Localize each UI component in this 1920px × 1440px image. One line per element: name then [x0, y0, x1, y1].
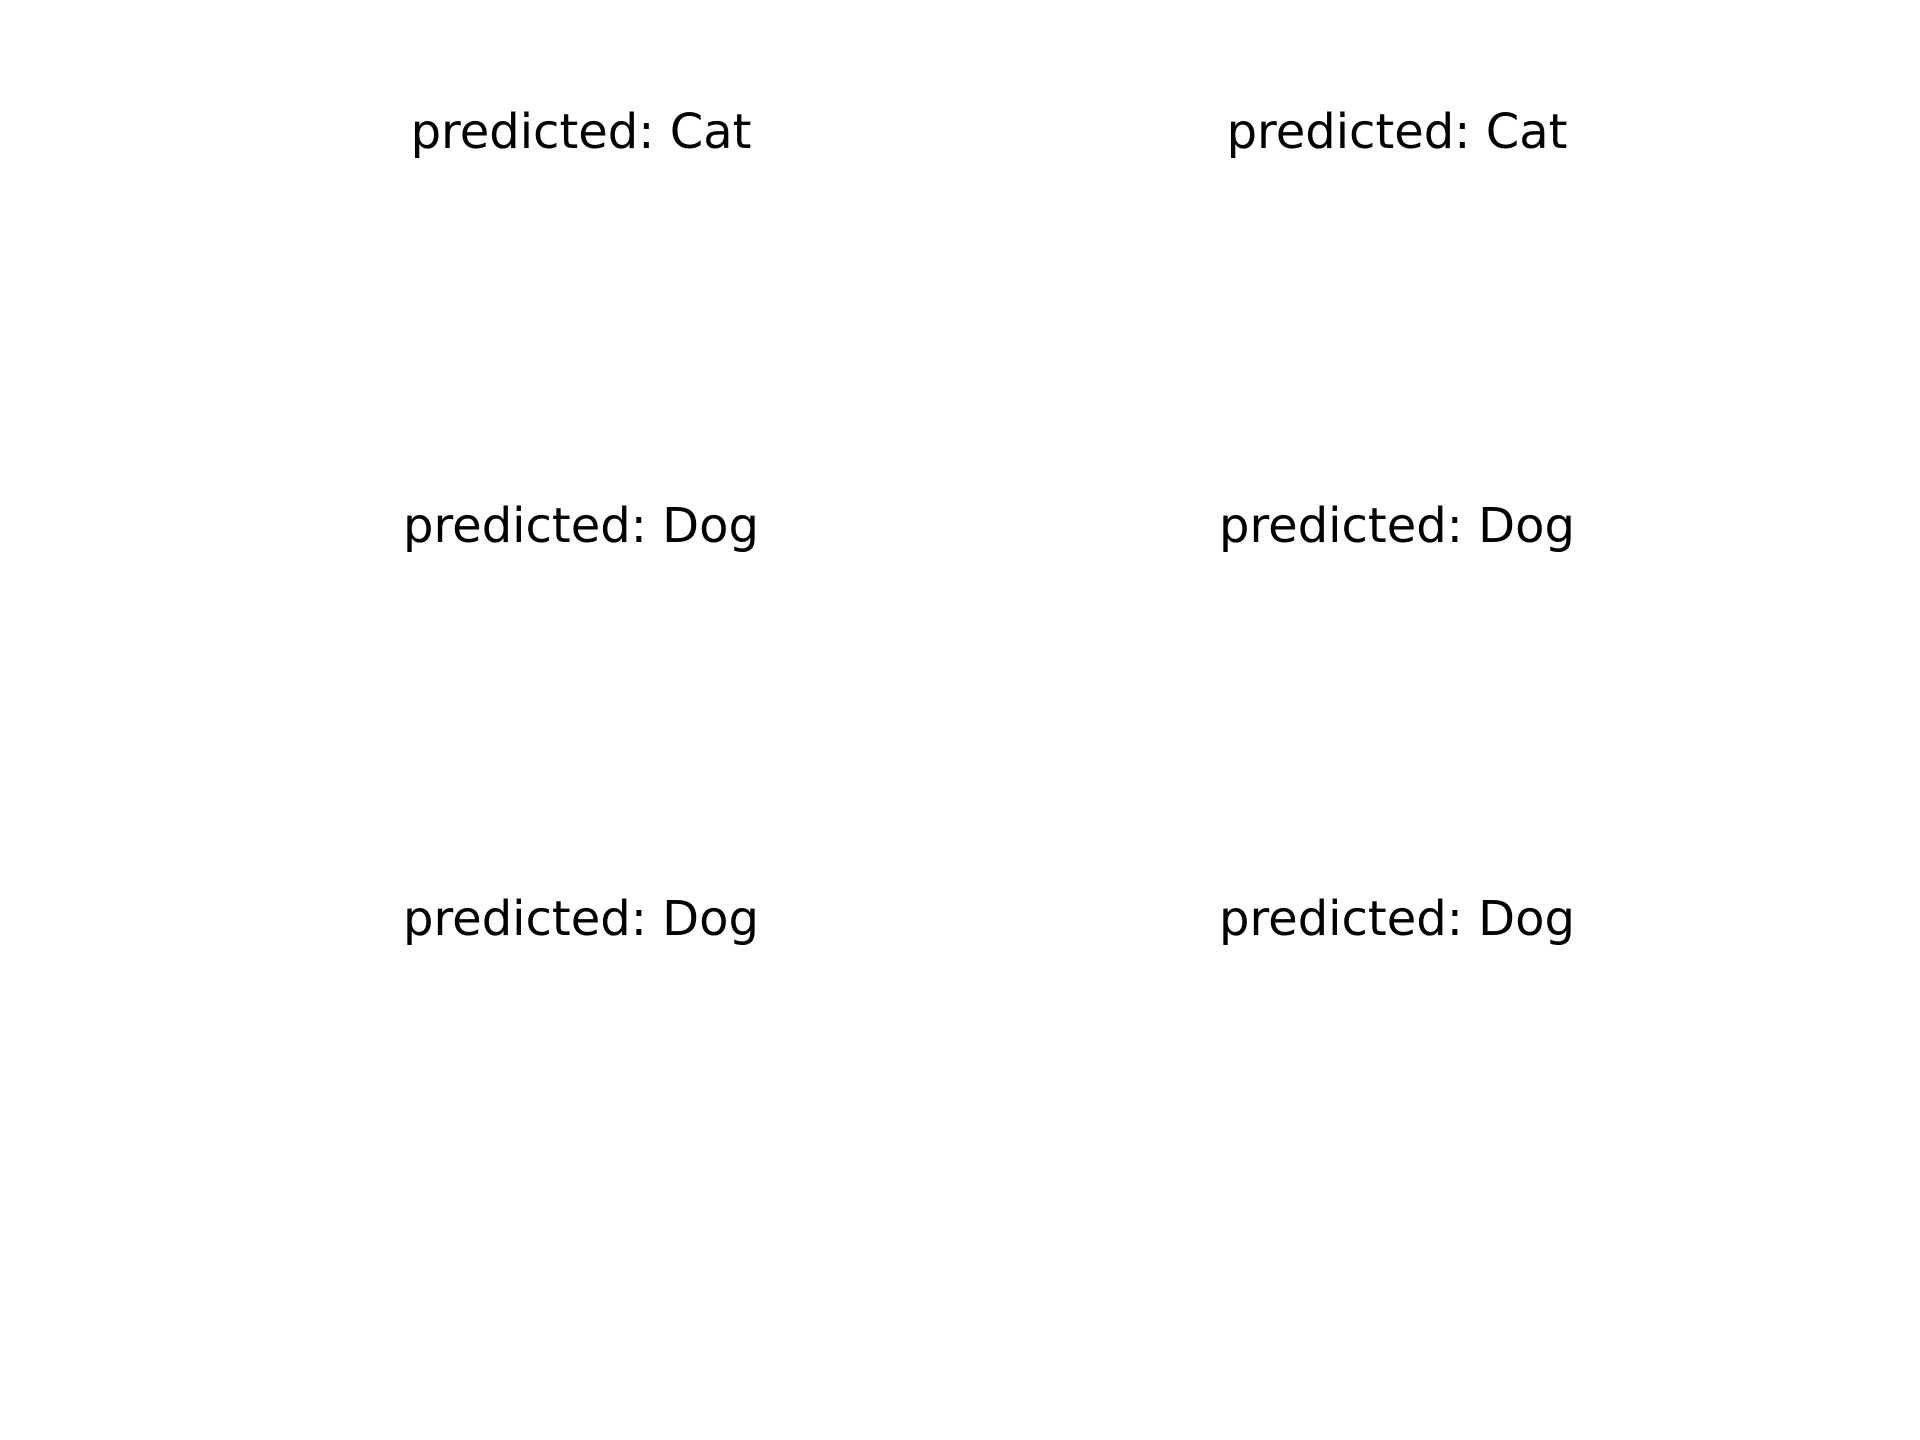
- panel-title: predicted: Cat: [410, 104, 752, 160]
- panel-title: predicted: Cat: [1226, 104, 1568, 160]
- prediction-panel-3: predicted: Dog: [281, 498, 881, 838]
- prediction-panel-4: predicted: Dog: [1097, 498, 1697, 838]
- prediction-panel-5: predicted: Dog: [281, 891, 881, 1231]
- panel-title: predicted: Dog: [1219, 891, 1575, 947]
- prediction-panel-2: predicted: Cat: [1097, 104, 1697, 444]
- prediction-grid-figure: predicted: Cat predicted: Cat predicted:…: [0, 0, 1920, 1440]
- prediction-panel-6: predicted: Dog: [1097, 891, 1697, 1231]
- prediction-panel-1: predicted: Cat: [281, 104, 881, 444]
- panel-title: predicted: Dog: [1219, 498, 1575, 554]
- panel-title: predicted: Dog: [403, 498, 759, 554]
- panel-title: predicted: Dog: [403, 891, 759, 947]
